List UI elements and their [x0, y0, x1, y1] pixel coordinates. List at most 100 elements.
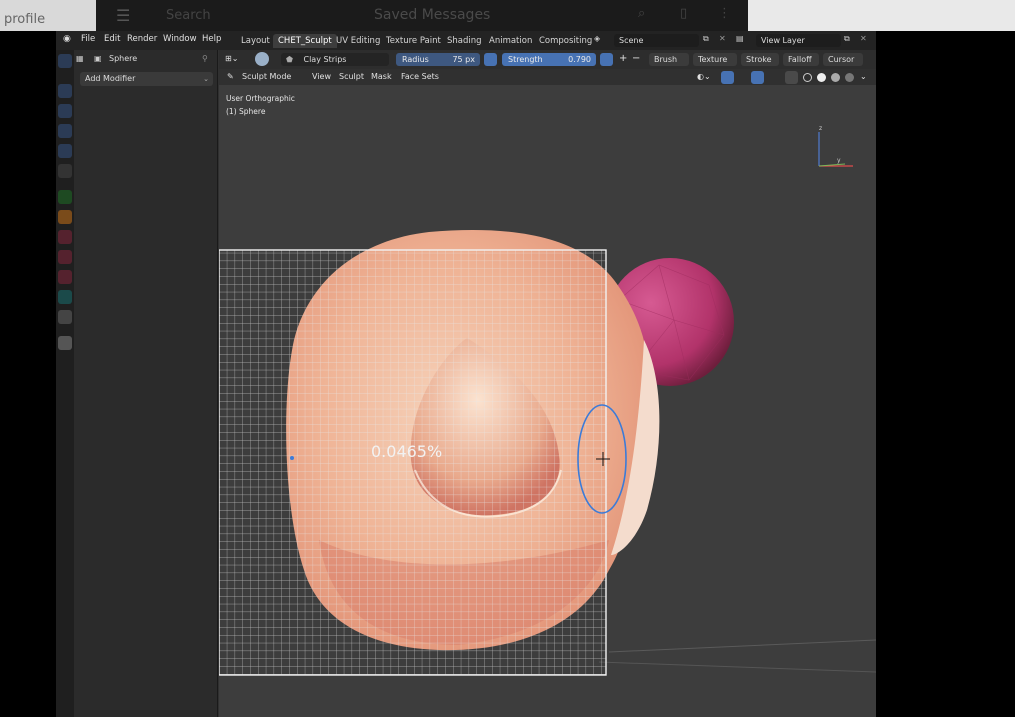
chevron-down-icon: ⌄ [203, 75, 209, 83]
tab-texture-paint[interactable]: Texture Paint [381, 34, 446, 48]
tab-uv-editing[interactable]: UV Editing [331, 34, 385, 48]
subtract-direction-icon[interactable]: − [632, 53, 640, 64]
mode-selector[interactable]: Sculpt Mode [242, 72, 291, 81]
properties-header: ▦ ▣ Sphere ⚲ [76, 52, 216, 67]
floor-line [598, 661, 876, 673]
scene-field[interactable]: Scene [614, 34, 699, 47]
viewport-scene[interactable]: z y [219, 50, 876, 717]
texture-dropdown[interactable]: Texture [693, 53, 737, 66]
visibility-icon[interactable]: ◐⌄ [697, 72, 711, 81]
solid-shading-icon[interactable] [817, 73, 826, 82]
brush-name: Clay Strips [303, 55, 347, 64]
menu-face-sets[interactable]: Face Sets [401, 72, 439, 81]
tab-layout[interactable]: Layout [236, 34, 275, 48]
tool-settings-icon[interactable]: ⊞⌄ [225, 54, 238, 63]
radius-value: 75 px [452, 55, 475, 64]
pin-icon[interactable]: ⚲ [202, 54, 208, 63]
xray-toggle-icon[interactable] [785, 71, 798, 84]
menu-sculpt[interactable]: Sculpt [339, 72, 364, 81]
menu-render[interactable]: Render [127, 34, 157, 44]
scene-tab-icon[interactable] [58, 144, 72, 158]
add-modifier-dropdown[interactable]: Add Modifier ⌄ [80, 72, 213, 86]
menu-window[interactable]: Window [163, 34, 197, 44]
view-name: User Orthographic [226, 94, 295, 103]
vertex-marker [290, 456, 294, 460]
render-tab-icon[interactable] [58, 84, 72, 98]
new-view-layer-icon[interactable]: ⧉ [844, 34, 850, 44]
view-layer-icon[interactable]: ▤ [736, 34, 744, 43]
radius-pressure-icon[interactable] [484, 53, 497, 66]
falloff-dropdown[interactable]: Falloff [783, 53, 819, 66]
strength-value: 0.790 [568, 55, 591, 64]
hamburger-icon: ☰ [116, 6, 131, 25]
particles-tab-icon[interactable] [58, 230, 72, 244]
shading-options-icon[interactable]: ⌄ [860, 72, 867, 81]
properties-tabs [56, 50, 74, 717]
add-modifier-label: Add Modifier [85, 74, 136, 83]
cursor-dropdown[interactable]: Cursor [823, 53, 863, 66]
brush-selector[interactable]: ⬟ Clay Strips [281, 53, 389, 66]
stroke-dropdown[interactable]: Stroke [741, 53, 779, 66]
cursor-dropdown-label: Cursor [828, 55, 855, 64]
texture-tab-icon[interactable] [58, 336, 72, 350]
floor-line [608, 639, 876, 653]
strength-pressure-icon[interactable] [600, 53, 613, 66]
stroke-dropdown-label: Stroke [746, 55, 772, 64]
view-layer-field[interactable]: View Layer [756, 34, 841, 47]
editor-type-icon[interactable]: ▦ [76, 54, 84, 63]
wireframe-shading-icon[interactable] [803, 73, 812, 82]
strength-slider[interactable]: Strength 0.790 [502, 53, 596, 66]
menu-edit[interactable]: Edit [104, 34, 120, 44]
tab-animation[interactable]: Animation [484, 34, 537, 48]
viewport-header: ✎ Sculpt Mode View Sculpt Mask Face Sets… [219, 69, 876, 85]
add-direction-icon[interactable]: + [619, 53, 627, 64]
menu-help[interactable]: Help [202, 34, 221, 44]
blender-logo-icon[interactable]: ◉ [63, 34, 71, 44]
physics-tab-icon[interactable] [58, 250, 72, 264]
brush-thumbnail-icon[interactable] [255, 52, 269, 66]
mesh-icon: ▣ [94, 54, 102, 63]
3d-viewport[interactable]: z y ⊞⌄ ⬟ Clay Strips Radius 75 px Streng… [219, 50, 876, 717]
viewport-info: User Orthographic (1) Sphere [226, 92, 295, 118]
top-bar: ◉ File Edit Render Window Help Layout CH… [56, 31, 876, 50]
background-search-text: Search [166, 8, 211, 23]
material-shading-icon[interactable] [831, 73, 840, 82]
scene-icon[interactable]: ◈ [594, 34, 600, 43]
close-scene-icon[interactable]: ✕ [719, 34, 726, 43]
tool-tab-icon[interactable] [58, 54, 72, 68]
constraints-tab-icon[interactable] [58, 270, 72, 284]
view-layer-tab-icon[interactable] [58, 124, 72, 138]
falloff-dropdown-label: Falloff [788, 55, 812, 64]
modifier-tab-icon[interactable] [58, 210, 72, 224]
data-tab-icon[interactable] [58, 290, 72, 304]
tab-shading[interactable]: Shading [442, 34, 487, 48]
world-tab-icon[interactable] [58, 164, 72, 178]
output-tab-icon[interactable] [58, 104, 72, 118]
close-view-layer-icon[interactable]: ✕ [860, 34, 867, 43]
more-icon: ⋮ [718, 6, 731, 21]
brush-icon: ⬟ [286, 55, 293, 64]
menu-view[interactable]: View [312, 72, 331, 81]
brush-mode-icon: ✎ [227, 72, 234, 81]
overlay-toggle-icon[interactable] [751, 71, 764, 84]
rendered-shading-icon[interactable] [845, 73, 854, 82]
menu-mask[interactable]: Mask [371, 72, 392, 81]
columns-icon: ▯ [680, 6, 688, 21]
new-scene-icon[interactable]: ⧉ [703, 34, 709, 44]
properties-panel [56, 50, 218, 717]
brush-dropdown[interactable]: Brush [649, 53, 689, 66]
radius-slider[interactable]: Radius 75 px [396, 53, 480, 66]
gizmo-z-label: z [819, 125, 822, 132]
blender-window: ◉ File Edit Render Window Help Layout CH… [56, 31, 876, 717]
tab-compositing[interactable]: Compositing [534, 34, 597, 48]
tab-chet-sculpt[interactable]: CHET_Sculpt [273, 34, 337, 48]
background-title: Saved Messages [374, 7, 491, 23]
gizmo-y-label: y [837, 157, 841, 164]
gizmo-toggle-icon[interactable] [721, 71, 734, 84]
tool-header: ⊞⌄ ⬟ Clay Strips Radius 75 px Strength 0… [219, 50, 876, 69]
object-tab-icon[interactable] [58, 190, 72, 204]
material-tab-icon[interactable] [58, 310, 72, 324]
brush-dropdown-label: Brush [654, 55, 678, 64]
menu-file[interactable]: File [81, 34, 95, 44]
view-layer-label: View Layer [761, 36, 805, 45]
